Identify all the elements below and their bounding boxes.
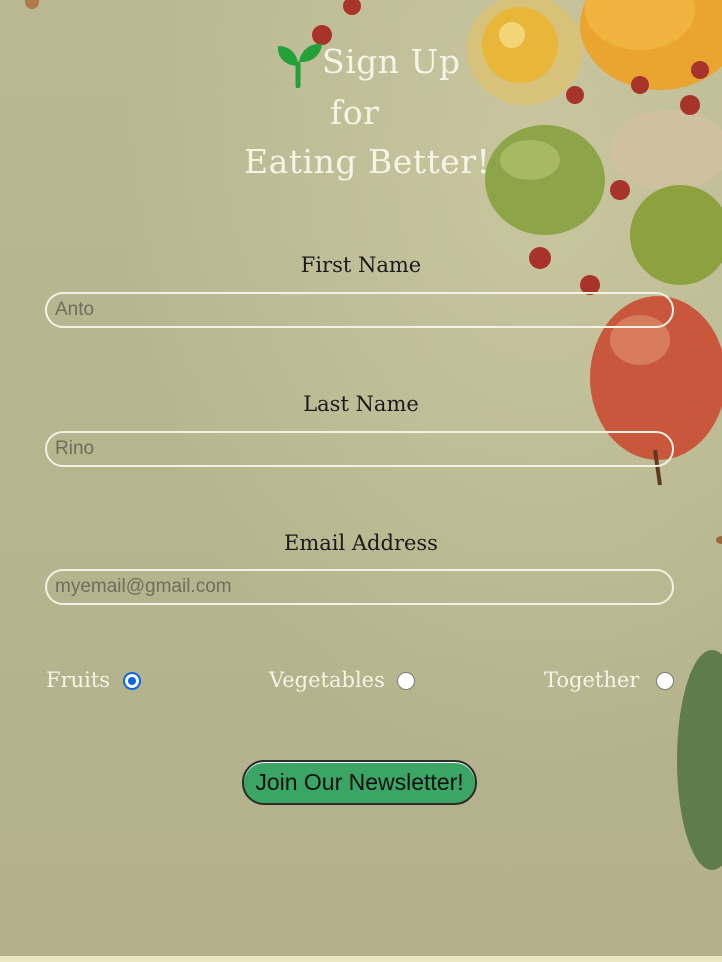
together-radio[interactable] — [656, 672, 674, 690]
email-field[interactable] — [45, 569, 674, 605]
sprout-icon — [277, 43, 322, 88]
together-option-label: Together — [544, 668, 640, 692]
email-address-label: Email Address — [284, 531, 438, 555]
page-title-line-3: Eating Better! — [244, 142, 491, 181]
fruits-radio[interactable] — [123, 672, 141, 690]
page-title-line-1: Sign Up — [322, 42, 461, 81]
signup-page: Sign Up for Eating Better! First Name La… — [0, 0, 722, 962]
bottom-divider — [0, 956, 722, 962]
page-title-line-2: for — [330, 93, 380, 132]
last-name-label: Last Name — [303, 392, 419, 416]
vegetables-radio[interactable] — [397, 672, 415, 690]
vegetables-option-label: Vegetables — [269, 668, 385, 692]
last-name-field[interactable] — [45, 431, 674, 467]
join-newsletter-button[interactable]: Join Our Newsletter! — [242, 760, 477, 805]
fruits-option-label: Fruits — [46, 668, 111, 692]
first-name-field[interactable] — [45, 292, 674, 328]
first-name-label: First Name — [300, 253, 422, 277]
